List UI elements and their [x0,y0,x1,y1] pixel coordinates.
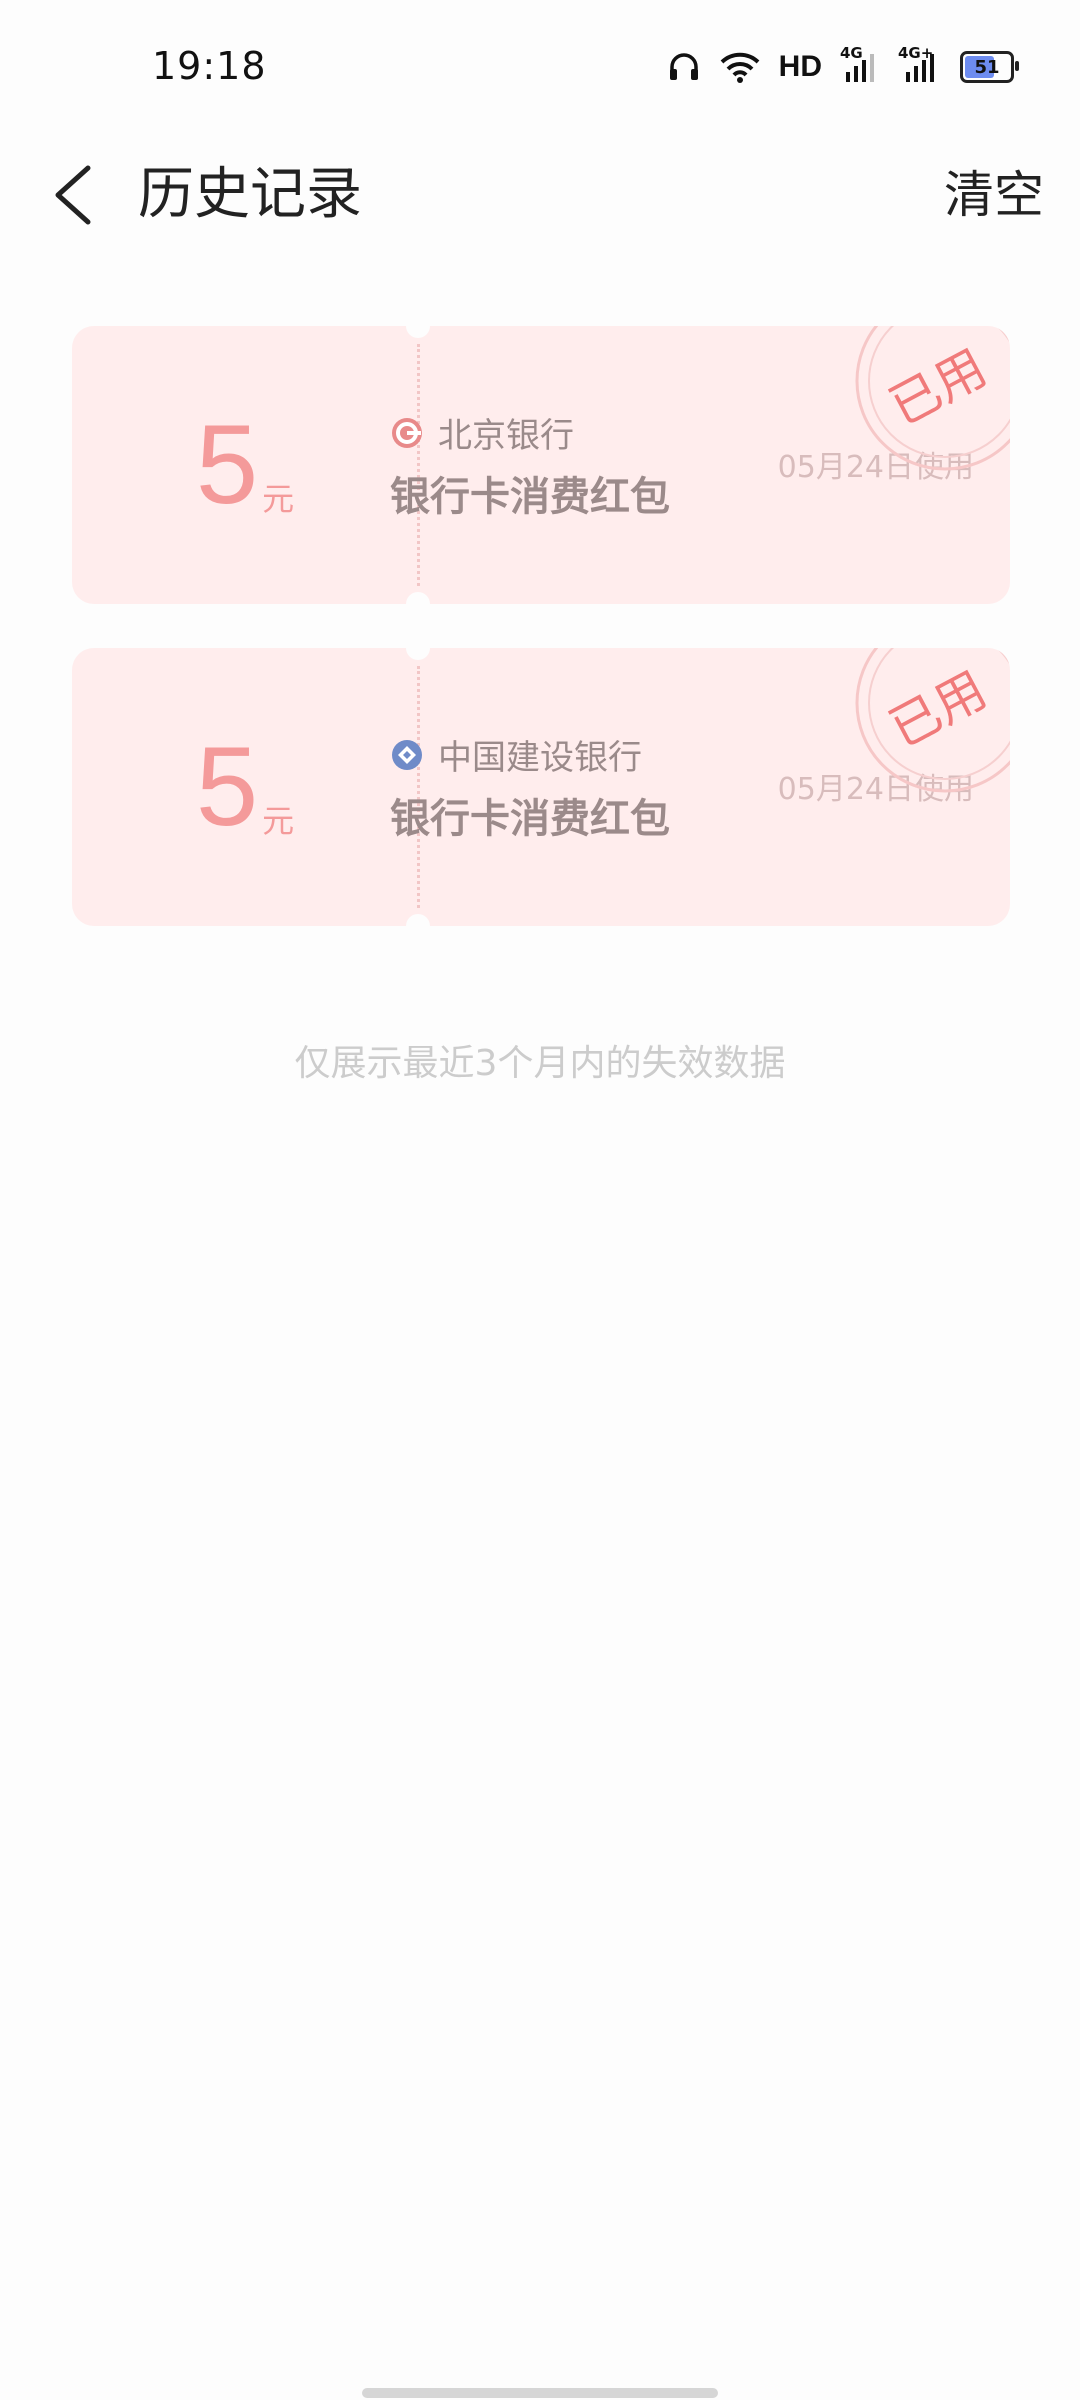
signal-1-icon: 4G [840,44,880,84]
amount-value: 5 [195,724,259,849]
home-indicator[interactable] [362,2388,718,2398]
page-title: 历史记录 [138,162,362,227]
stamp-text: 已用 [880,660,996,758]
coupon-card[interactable]: 5 元 中国建设银行 银行卡消费红包 05月24日使用 已用 [72,648,1010,926]
coupon-title: 银行卡消费红包 [390,474,670,520]
header: 历史记录 清空 [0,140,1080,260]
chevron-left-icon [55,165,91,225]
bank-of-beijing-logo-icon [390,416,424,450]
bank-info: 北京银行 [390,408,574,457]
used-stamp-icon: 已用 [855,648,1010,793]
bank-name: 中国建设银行 [438,738,642,778]
back-button[interactable] [40,150,110,240]
footer-note: 仅展示最近3个月内的失效数据 [294,1043,786,1084]
clear-button[interactable]: 清空 [944,150,1044,240]
used-stamp-icon: 已用 [855,326,1010,471]
coupon-amount: 5 元 [72,326,418,604]
battery-level: 51 [974,56,1000,78]
wifi-icon [720,52,760,83]
status-icons: HD 4G 4G+ 51 [667,44,1019,84]
amount-unit: 元 [262,480,295,518]
bank-info: 中国建设银行 [390,730,642,779]
amount-unit: 元 [262,802,295,840]
status-time: 19:18 [152,44,267,88]
status-bar: 19:18 HD 4G 4G+ 51 [0,0,1080,140]
battery-icon: 51 [960,51,1019,83]
ccb-logo-icon [390,738,424,772]
stamp-text: 已用 [880,338,996,436]
coupon-card[interactable]: 5 元 北京银行 银行卡消费红包 05月24日使用 已用 [72,326,1010,604]
headphones-icon [669,53,698,80]
hd-indicator: HD [778,50,822,83]
coupon-amount: 5 元 [72,648,418,926]
signal-2-icon: 4G+ [898,44,942,84]
amount-value: 5 [195,402,259,527]
bank-name: 北京银行 [438,416,574,456]
coupon-title: 银行卡消费红包 [390,796,670,842]
